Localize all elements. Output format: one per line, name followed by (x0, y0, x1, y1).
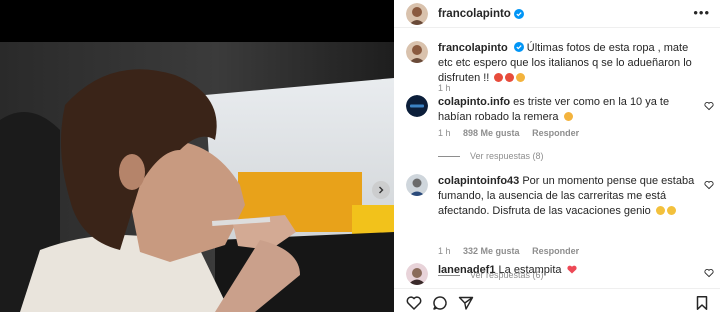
reply-button[interactable]: Responder (532, 128, 579, 138)
like-comment-heart-icon[interactable] (704, 268, 714, 278)
emoji-icon (563, 112, 573, 121)
heart-emoji-icon (566, 265, 577, 274)
comment-likes[interactable]: 898 Me gusta (463, 128, 520, 138)
avatar[interactable] (406, 263, 428, 285)
emoji-icon (666, 206, 676, 215)
chevron-right-icon (379, 186, 384, 194)
avatar[interactable] (406, 41, 428, 63)
bookmark-icon[interactable] (694, 295, 710, 311)
avatar[interactable] (406, 2, 428, 25)
comment-username[interactable]: colapinto.info (438, 96, 510, 108)
avatar[interactable] (406, 95, 428, 117)
comment-time: 1 h (438, 128, 451, 138)
caption-username[interactable]: francolapinto (438, 42, 508, 54)
comment-meta: 1 h 898 Me gusta Responder (438, 128, 589, 138)
like-comment-heart-icon[interactable] (704, 101, 714, 111)
comments-list: francolapinto Últimas fotos de esta ropa… (394, 29, 720, 287)
emoji-icon (516, 73, 526, 82)
comment-body: colapinto.info es triste ver como en la … (438, 95, 702, 125)
caption-body: francolapinto Últimas fotos de esta ropa… (438, 41, 702, 86)
comment-body: lanenadef1 La estampita (438, 263, 702, 278)
comment-username[interactable]: lanenadef1 (438, 264, 495, 276)
carousel-next-button[interactable] (372, 181, 390, 199)
heart-icon[interactable] (406, 295, 422, 311)
post-photo (0, 0, 394, 312)
caption-time: 1 h (438, 83, 451, 93)
share-icon[interactable] (458, 295, 474, 311)
view-replies-button[interactable]: Ver respuestas (8) (438, 151, 544, 161)
avatar-image (406, 174, 428, 196)
more-options-icon[interactable]: ••• (693, 6, 710, 19)
comment-icon[interactable] (432, 295, 448, 311)
avatar-image (406, 95, 428, 117)
avatar-image (406, 2, 428, 25)
comment-meta: 1 h 332 Me gusta Responder (438, 246, 589, 256)
comment-likes[interactable]: 332 Me gusta (463, 246, 520, 256)
emoji-icon (505, 73, 515, 82)
avatar[interactable] (406, 174, 428, 196)
avatar-image (406, 263, 428, 285)
reply-button[interactable]: Responder (532, 246, 579, 256)
verified-badge-icon (513, 8, 524, 19)
post-image (0, 0, 394, 312)
emoji-icon (655, 206, 665, 215)
post-details-pane: francolapinto ••• francolapinto Últimas … (394, 0, 720, 312)
post-action-bar (394, 288, 720, 312)
verified-badge-icon (513, 42, 524, 52)
comment-text: La estampita (498, 264, 562, 276)
header-username[interactable]: francolapinto (438, 8, 511, 20)
comment-time: 1 h (438, 246, 451, 256)
view-replies-label: Ver respuestas (8) (470, 151, 544, 161)
replies-divider (438, 156, 460, 158)
post-header: francolapinto ••• (394, 0, 720, 28)
caption-meta: 1 h (438, 83, 461, 93)
emoji-icon (494, 73, 504, 82)
like-comment-heart-icon[interactable] (704, 180, 714, 190)
comment-body: colapintoinfo43 Por un momento pense que… (438, 174, 702, 219)
comment-username[interactable]: colapintoinfo43 (438, 175, 519, 187)
avatar-image (406, 41, 428, 63)
